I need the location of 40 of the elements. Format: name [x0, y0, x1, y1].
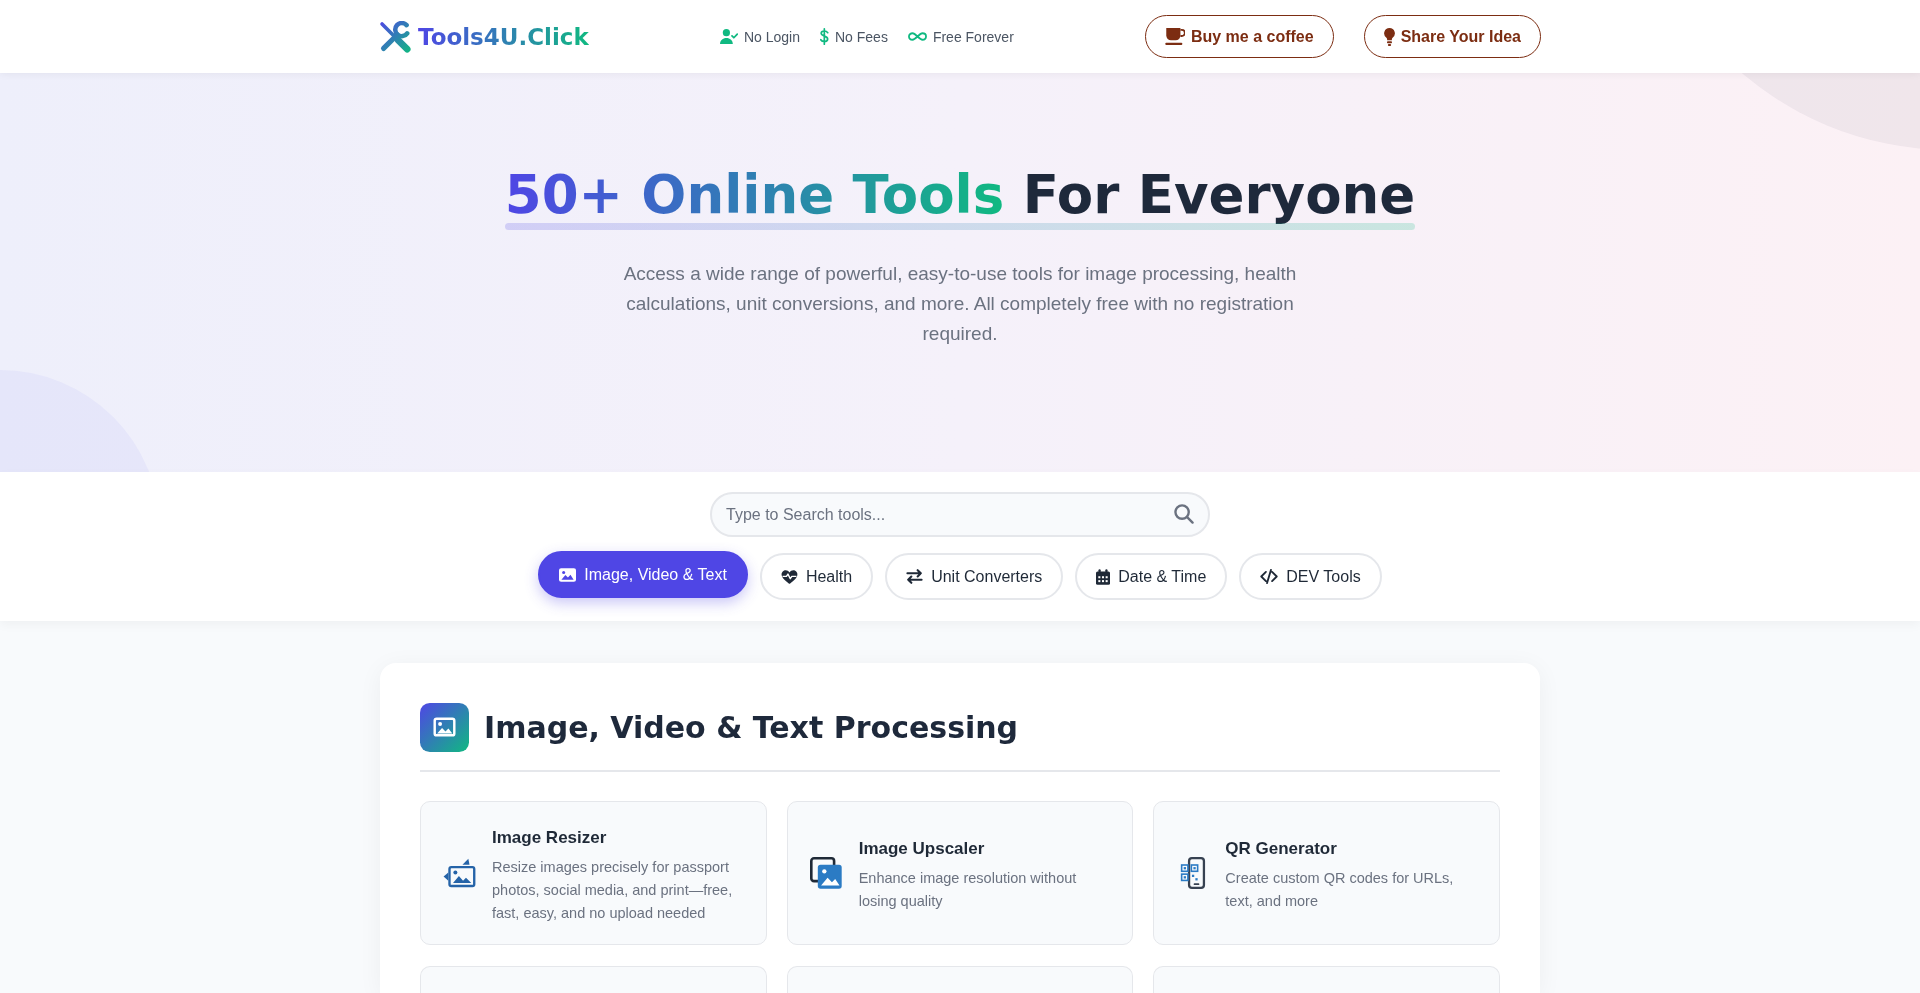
tool-card[interactable] [1153, 966, 1500, 993]
hero-subtitle: Access a wide range of powerful, easy-to-use tools for image processing, health calculations, unit conversions, and more. All completely free with no registration required. [622, 261, 1298, 346]
tool-description: Enhance image resolution without losing quality [858, 869, 1078, 911]
buy-coffee-button[interactable]: Buy me a coffee [1144, 15, 1334, 58]
tool-card[interactable] [786, 966, 1134, 993]
search-field[interactable]: Type to Search tools... [710, 492, 1210, 537]
picture-with-arrows-icon [443, 858, 476, 888]
feature-label: No Fees [834, 28, 888, 45]
swap-arrows-icon [906, 569, 924, 584]
infinity-icon [907, 32, 927, 41]
logo-icon [379, 20, 411, 53]
stacked-images-icon [809, 856, 843, 890]
section-title: Image, Video & Text Processing [484, 710, 1019, 745]
lightbulb-icon [1383, 27, 1395, 46]
tool-card[interactable]: Image Resizer Resize images precisely for passport photos, social media, and print—free, fast, easy, and no upload needed [420, 801, 767, 945]
coffee-mug-icon [1164, 28, 1185, 45]
search-icon[interactable] [1174, 504, 1194, 524]
code-icon [1260, 569, 1279, 584]
category-tab[interactable]: Image, Video & Text [538, 551, 748, 598]
tool-description: Resize images precisely for passport photos, social media, and print—free, fast, easy, and no upload needed [492, 857, 734, 923]
category-tab[interactable]: DEV Tools [1239, 553, 1382, 600]
tool-description: Create custom QR codes for URLs, text, and more [1225, 869, 1455, 911]
calendar-icon [1096, 568, 1111, 585]
image-icon [420, 703, 469, 752]
tool-card[interactable] [420, 966, 767, 993]
user-check-icon [719, 29, 738, 44]
heart-pulse-icon [780, 569, 798, 584]
category-tab[interactable]: Unit Converters [885, 553, 1064, 600]
feature-label: No Login [743, 28, 800, 45]
image-icon [559, 567, 577, 582]
tool-title: Image Resizer [492, 827, 608, 848]
category-tab[interactable]: Date & Time [1075, 553, 1228, 600]
tool-card[interactable]: QR Generator Create custom QR codes for URLs, text, and more [1153, 801, 1500, 945]
tool-title: QR Generator [1225, 839, 1338, 859]
category-tab[interactable]: Health [759, 553, 874, 600]
dollar-icon [819, 28, 829, 45]
tool-card[interactable]: Image Upscaler Enhance image resolution without losing quality [786, 801, 1134, 945]
share-idea-button[interactable]: Share Your Idea [1363, 15, 1541, 58]
feature-label: Free Forever [932, 28, 1014, 45]
tool-title: Image Upscaler [858, 839, 986, 859]
